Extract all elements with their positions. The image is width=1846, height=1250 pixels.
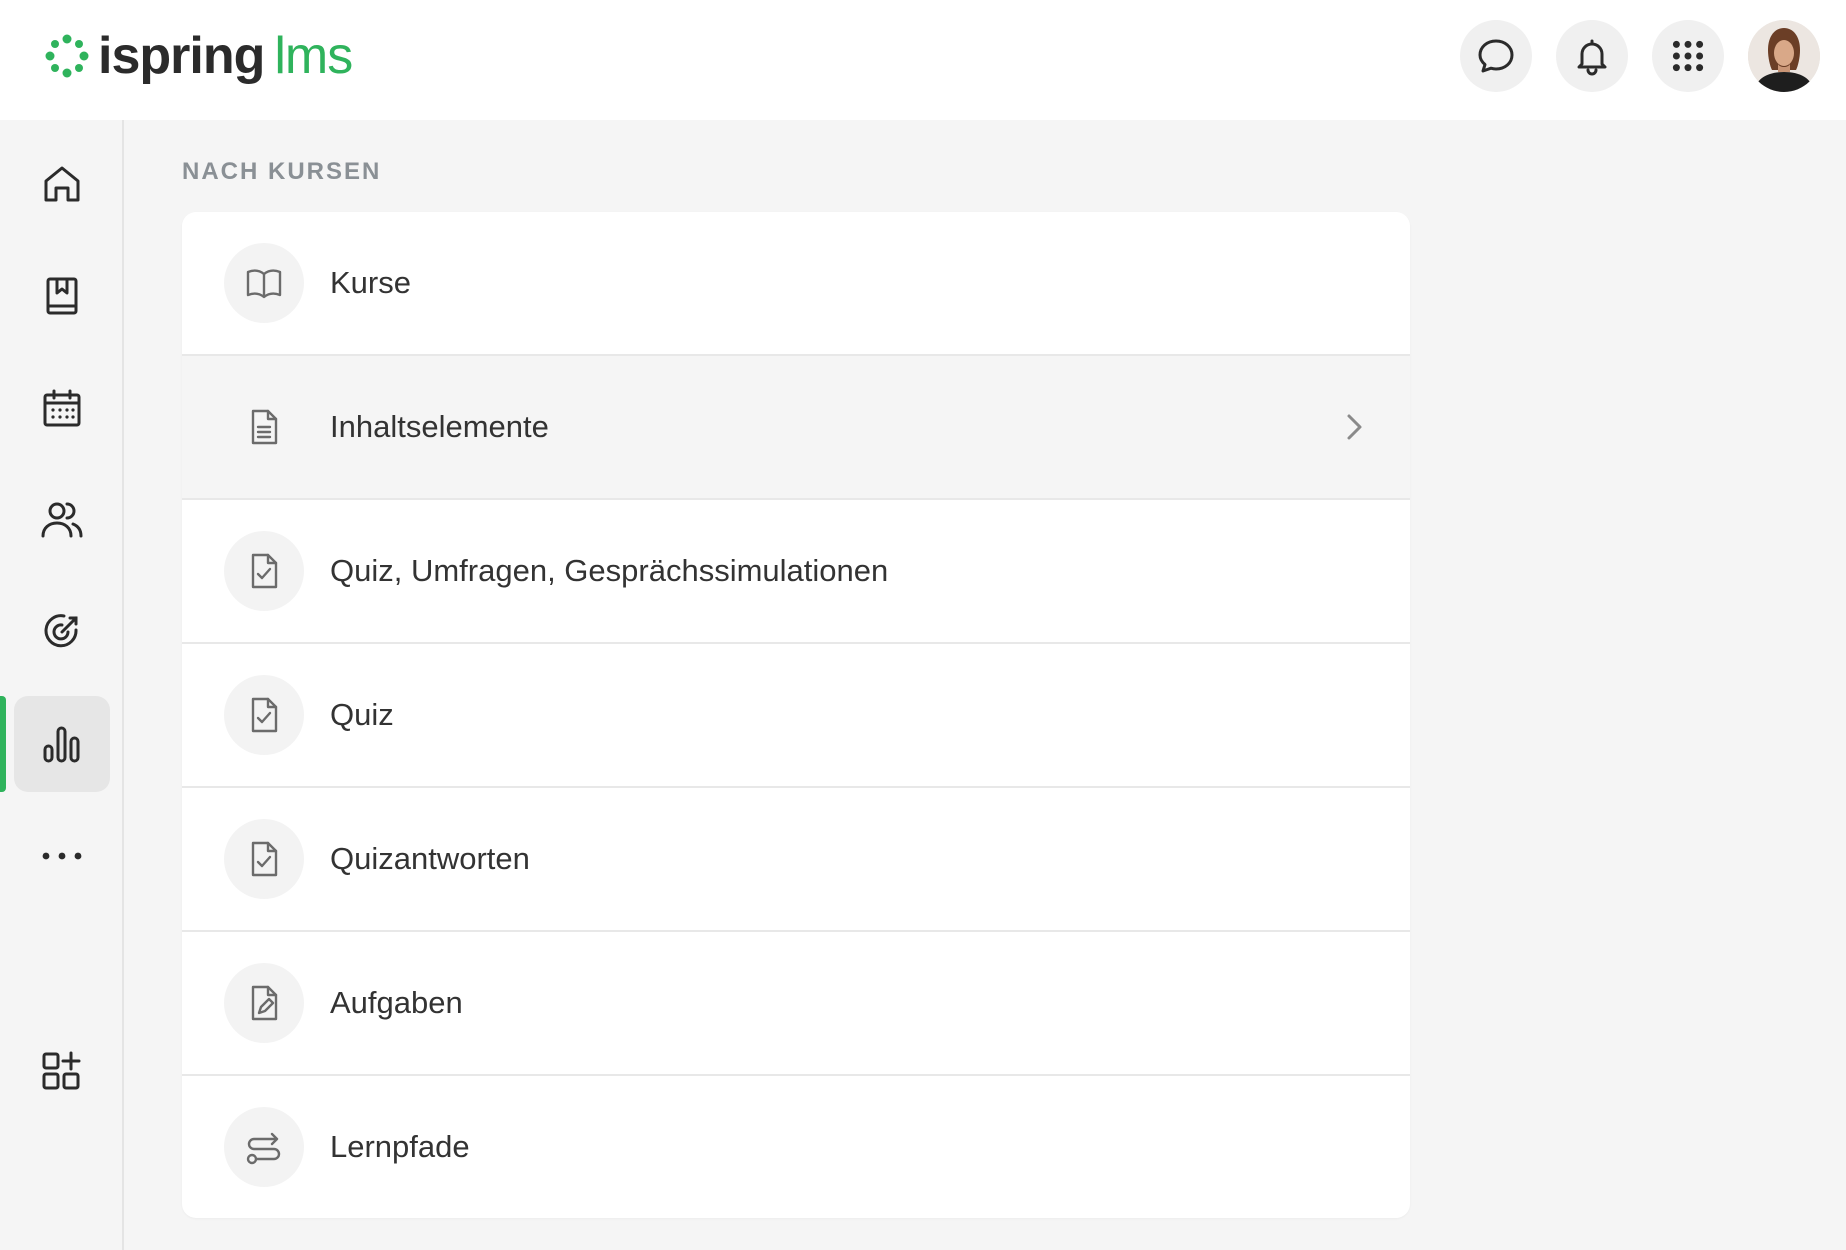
users-icon <box>41 502 83 538</box>
reports-list: Kurse Inhaltselemente Quiz, Umfragen, Ge… <box>182 212 1410 1218</box>
chevron-right-icon <box>1347 414 1362 440</box>
bell-icon <box>1577 39 1607 76</box>
add-widget-icon <box>42 1051 81 1090</box>
list-item-lernpfade[interactable]: Lernpfade <box>182 1076 1410 1218</box>
list-item-inhaltselemente[interactable]: Inhaltselemente <box>182 356 1410 500</box>
row-label: Quizantworten <box>330 841 530 876</box>
sidebar-item-calendar[interactable] <box>14 360 110 456</box>
apps-button[interactable] <box>1652 20 1724 92</box>
row-label: Kurse <box>330 265 411 300</box>
edit-document-icon <box>251 985 278 1021</box>
row-icon-wrap <box>224 387 304 467</box>
logo-wordmark: ispring <box>98 27 265 85</box>
sidebar-item-add-widget[interactable] <box>14 1022 110 1118</box>
sidebar-item-users[interactable] <box>14 472 110 568</box>
sidebar-item-home[interactable] <box>14 136 110 232</box>
section-title: NACH KURSEN <box>182 158 382 185</box>
logo-product: lms <box>274 27 353 85</box>
document-icon <box>251 409 278 445</box>
row-icon-wrap <box>224 531 304 611</box>
chat-button[interactable] <box>1460 20 1532 92</box>
row-icon-wrap <box>224 963 304 1043</box>
notifications-button[interactable] <box>1556 20 1628 92</box>
more-dots-icon <box>42 852 82 860</box>
bookmark-book-icon <box>46 277 78 315</box>
row-icon-wrap <box>224 243 304 323</box>
list-item-quiz-umfragen[interactable]: Quiz, Umfragen, Gesprächssimulationen <box>182 500 1410 644</box>
row-label: Aufgaben <box>330 985 463 1020</box>
row-label: Quiz <box>330 697 394 732</box>
apps-grid-icon <box>1672 40 1704 72</box>
active-indicator <box>0 696 6 792</box>
row-icon-wrap <box>224 819 304 899</box>
path-icon <box>246 1132 281 1165</box>
checklist-icon <box>251 553 278 589</box>
sidebar-item-reports[interactable] <box>14 696 110 792</box>
sidebar-item-more[interactable] <box>14 808 110 904</box>
row-icon-wrap <box>224 1107 304 1187</box>
row-label: Inhaltselemente <box>330 409 549 444</box>
user-avatar-icon <box>1748 20 1820 92</box>
row-label: Quiz, Umfragen, Gesprächssimulationen <box>330 553 889 588</box>
target-icon <box>44 614 78 648</box>
sidebar-item-catalog[interactable] <box>14 248 110 344</box>
user-avatar[interactable] <box>1748 20 1820 92</box>
home-icon <box>44 166 80 202</box>
checklist-icon <box>251 697 278 733</box>
checklist-icon <box>251 841 278 877</box>
sidebar-item-goals[interactable] <box>14 584 110 680</box>
open-book-icon <box>246 269 282 299</box>
top-header: ispring lms <box>0 0 1846 120</box>
list-item-aufgaben[interactable]: Aufgaben <box>182 932 1410 1076</box>
list-item-quiz[interactable]: Quiz <box>182 644 1410 788</box>
list-item-quizantworten[interactable]: Quizantworten <box>182 788 1410 932</box>
list-item-kurse[interactable]: Kurse <box>182 212 1410 356</box>
row-icon-wrap <box>224 675 304 755</box>
chat-bubble-icon <box>1478 39 1514 73</box>
ispring-logo-icon <box>45 34 89 78</box>
calendar-icon <box>43 389 81 427</box>
bar-chart-icon <box>43 726 80 763</box>
ispring-lms-logo[interactable]: ispring lms <box>44 26 353 86</box>
row-label: Lernpfade <box>330 1129 470 1164</box>
sidebar <box>0 120 124 1250</box>
